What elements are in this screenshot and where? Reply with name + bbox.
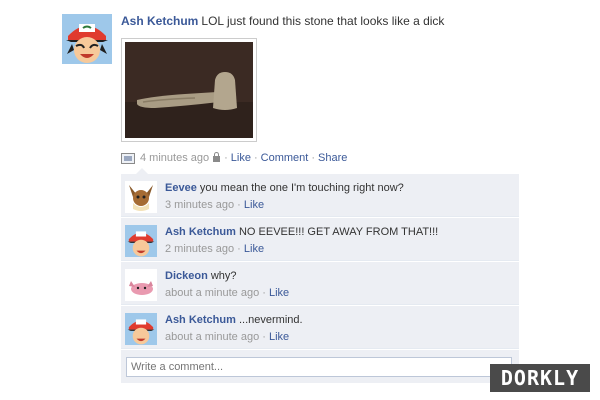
comment-item: Ash Ketchum NO EEVEE!!! GET AWAY FROM TH… (121, 218, 519, 261)
comment-list: Eevee you mean the one I'm touching righ… (121, 174, 519, 383)
comment-author[interactable]: Ash Ketchum (165, 226, 236, 238)
lock-icon (213, 152, 221, 162)
separator: · (224, 152, 228, 164)
comment-like-link[interactable]: Like (269, 331, 289, 343)
comment-text: you mean the one I'm touching right now? (199, 182, 404, 194)
like-link[interactable]: Like (231, 152, 251, 164)
separator: · (262, 331, 266, 343)
post-header: Ash Ketchum LOL just found this stone th… (121, 14, 571, 28)
comment-item: Dickeon why? about a minute ago · Like (121, 262, 519, 305)
dickeon-avatar[interactable] (125, 269, 157, 301)
comment-like-link[interactable]: Like (244, 243, 264, 255)
separator: · (262, 287, 266, 299)
comment-time[interactable]: 3 minutes ago (165, 199, 234, 211)
comment-text: ...nevermind. (238, 314, 303, 326)
ash-ketchum-avatar[interactable] (125, 313, 157, 345)
dorkly-logo: DORKLY (490, 364, 590, 392)
comment-text: NO EEVEE!!! GET AWAY FROM THAT!!! (238, 226, 439, 238)
share-link[interactable]: Share (318, 152, 347, 164)
comment-like-link[interactable]: Like (244, 199, 264, 211)
facebook-post: Ash Ketchum LOL just found this stone th… (0, 0, 600, 400)
separator: · (237, 243, 241, 255)
status-update-icon (121, 152, 135, 164)
separator: · (237, 199, 241, 211)
comment-input[interactable] (126, 357, 512, 377)
post-author[interactable]: Ash Ketchum (121, 14, 198, 28)
comment-text: why? (210, 270, 237, 282)
comment-link[interactable]: Comment (261, 152, 309, 164)
comment-author[interactable]: Ash Ketchum (165, 314, 236, 326)
ash-ketchum-avatar[interactable] (125, 225, 157, 257)
post-time[interactable]: 4 minutes ago (140, 152, 209, 164)
comment-item: Eevee you mean the one I'm touching righ… (121, 174, 519, 217)
eevee-avatar[interactable] (125, 181, 157, 213)
comment-composer (121, 350, 519, 383)
comment-time[interactable]: 2 minutes ago (165, 243, 234, 255)
comment-time[interactable]: about a minute ago (165, 331, 259, 343)
post-meta: 4 minutes ago · Like · Comment · Share (121, 152, 347, 164)
stone-photo-icon (125, 42, 253, 138)
post-photo[interactable] (121, 38, 257, 142)
separator: · (311, 152, 315, 164)
ash-ketchum-avatar[interactable] (62, 14, 112, 64)
comment-author[interactable]: Dickeon (165, 270, 208, 282)
separator: · (253, 152, 258, 164)
post-message: LOL just found this stone that looks lik… (201, 14, 445, 28)
comment-like-link[interactable]: Like (269, 287, 289, 299)
comment-time[interactable]: about a minute ago (165, 287, 259, 299)
comment-item: Ash Ketchum ...nevermind. about a minute… (121, 306, 519, 349)
comment-author[interactable]: Eevee (165, 182, 197, 194)
